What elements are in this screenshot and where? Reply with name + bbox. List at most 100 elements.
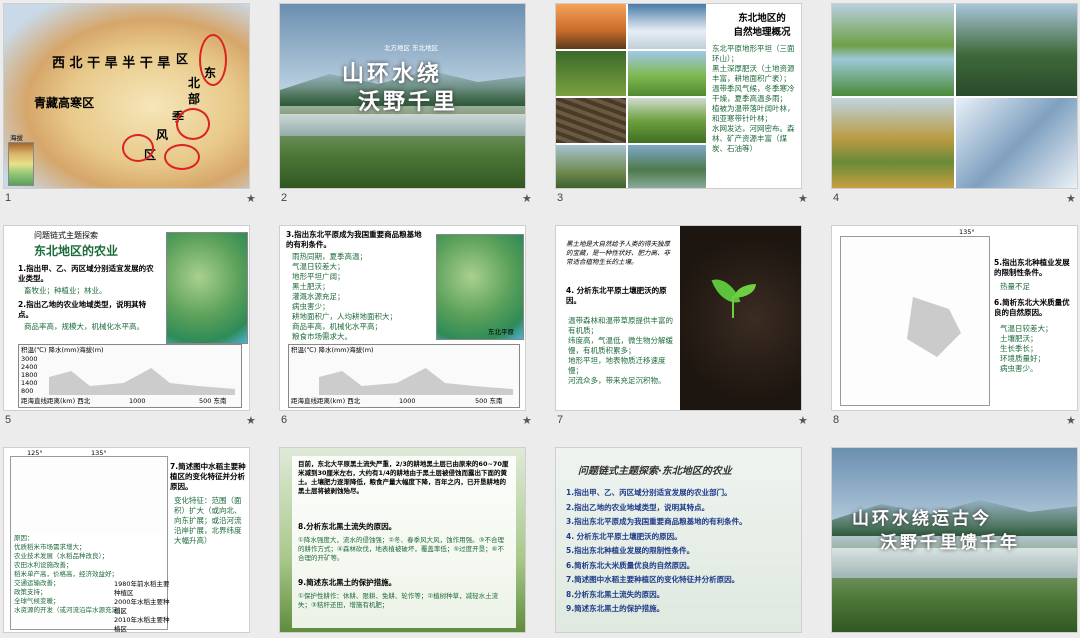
slide-star-icon: ★ xyxy=(798,414,808,427)
list-item: 河流众多，带来充足沉积物。 xyxy=(568,376,666,385)
slide-star-icon: ★ xyxy=(246,192,256,205)
slide-star-icon: ★ xyxy=(1066,414,1076,427)
answer-list: 雨热同期，夏季高温； 气温日较差大； 地形平坦广阔； 黑土肥沃； 灌溉水源充足；… xyxy=(292,252,432,342)
slide-thumbnail-11[interactable]: 问题链式主题探索·东北地区的农业 1.指出甲、乙、丙区域分别适宜发展的农业部门。… xyxy=(555,447,802,633)
list-item: 地形平坦广阔； xyxy=(292,272,345,281)
list-item: 商品率高，机械化水平高； xyxy=(292,322,382,331)
question-text: 4. 分析东北平原土壤肥沃的原因。 xyxy=(566,286,667,305)
map-region-label: 区 xyxy=(176,52,189,66)
list-item: 1.指出甲、乙、丙区域分别适宜发展的农业部门。 xyxy=(566,488,732,497)
slide-title-line2: 沃野千里馈千年 xyxy=(880,533,1020,553)
terrain-profile xyxy=(49,368,235,395)
intro-text: 黑土地是大自然给予人类的得天独厚的宝藏，是一种性状好、肥力高、非常适合植物生长的… xyxy=(566,240,670,266)
photo-snow-forest xyxy=(956,98,1077,188)
slide-header: 问题链式主题探索 xyxy=(34,231,98,240)
list-item: 温带森林和温带草原提供丰富的有机质； xyxy=(568,316,673,335)
water-strip xyxy=(280,114,525,136)
map-region-label: 北 xyxy=(188,76,201,90)
map-legend xyxy=(8,142,34,186)
photo-snow xyxy=(628,4,706,49)
list-item: 2.指出乙地的农业地域类型，说明其特点。 xyxy=(566,502,710,512)
question-text: 2.指出乙地的农业地域类型，说明其特点。 xyxy=(18,300,147,319)
map-region-label: 部 xyxy=(188,92,201,106)
slide-number: 3 xyxy=(557,192,564,204)
slide-number: 1 xyxy=(5,192,12,204)
list-item: 气温日较差大； xyxy=(1000,324,1053,333)
slide-number: 2 xyxy=(281,192,288,204)
list-item: 地形平坦，地表物质迁移速度慢； xyxy=(568,356,666,375)
soil-seedling-photo xyxy=(680,226,801,410)
list-item: 稻米单产高，价格高，经济效益好； xyxy=(14,570,118,578)
photo-farmland xyxy=(556,98,626,143)
slide-subtitle: 北方地区 东北地区 xyxy=(384,44,439,52)
boundary-ellipse xyxy=(122,134,154,162)
slide-number: 7 xyxy=(557,414,564,426)
list-item: 温带季风气候，冬季寒冷干燥，夏季高温多雨； xyxy=(712,84,795,103)
list-item: 耕地面积广，人均耕地面积大； xyxy=(292,312,397,321)
list-item: 8.分析东北黑土流失的原因。 xyxy=(566,589,665,599)
terrain-profile xyxy=(319,368,513,395)
list-item: 粮食市场需求大。 xyxy=(292,332,352,341)
photo-mountain-forest xyxy=(956,4,1077,96)
slide-thumbnail-1[interactable]: 西 北 干 旱 半 干 旱 区 东 北 部 青藏高寒区 季 风 区 海拔 xyxy=(3,3,250,189)
northeast-plain-map xyxy=(436,234,524,340)
slide-thumbnail-10[interactable]: 目前，东北大平原黑土流失严重，2/3的耕地黑土层已由原来的60~70厘米减到30… xyxy=(279,447,526,633)
chart-ylabel: 积温(℃) 降水(mm)海拔(m) xyxy=(21,346,104,354)
map-caption: 东北平原 xyxy=(488,328,514,336)
question-text: 3.指出东北平原成为我国重要商品粮基地的有利条件。 xyxy=(286,230,422,249)
list-item: 环境质量好； xyxy=(1000,354,1045,363)
slide-thumbnail-8[interactable]: 135° 5.指出东北种植业发展的限制性条件。 热量不足 6.简析东北大米质量优… xyxy=(831,225,1078,411)
list-item: 黑土深厚肥沃（土地资源丰富，耕地面积广袤）； xyxy=(712,64,795,83)
boundary-ellipse xyxy=(176,108,210,140)
slide-thumbnail-6[interactable]: 3.指出东北平原成为我国重要商品粮基地的有利条件。 雨热同期，夏季高温； 气温日… xyxy=(279,225,526,411)
list-item: 土壤肥沃； xyxy=(1000,334,1038,343)
map-legend: 1980年前水稻主要种植区 2000年水稻主要种植区 2010年水稻主要种植区 xyxy=(114,580,174,633)
photo-river xyxy=(628,145,706,188)
list-item: 农业技术发展（水稻品种改良）； xyxy=(14,552,109,560)
list-item: 植被为温带落叶阔叶林，和亚寒带针叶林； xyxy=(712,104,795,123)
slide-thumbnail-4[interactable] xyxy=(831,3,1078,189)
slide-thumbnail-3[interactable]: 东北地区的 自然地理概况 东北平原地形平坦（三面环山）； 黑土深厚肥沃（土地资源… xyxy=(555,3,802,189)
northeast-map xyxy=(166,232,248,344)
question-text: 1.指出甲、乙、丙区域分别适宜发展的农业类型。 xyxy=(18,264,154,283)
longitude-label: 135° xyxy=(959,228,975,236)
boundary-ellipse xyxy=(164,144,200,170)
list-item: 灌溉水源充足； xyxy=(292,292,345,301)
slide-number: 8 xyxy=(833,414,840,426)
list-item: 3.指出东北平原成为我国重要商品粮基地的有利条件。 xyxy=(566,517,747,526)
map-region-label: 风 xyxy=(156,128,169,142)
slide-thumbnail-5[interactable]: 问题链式主题探索 东北地区的农业 1.指出甲、乙、丙区域分别适宜发展的农业类型。… xyxy=(3,225,250,411)
slide-title-line1: 山环水绕运古今 xyxy=(852,509,992,529)
slide-thumbnail-2[interactable]: 北方地区 东北地区 山环水绕 沃野千里 xyxy=(279,3,526,189)
list-item: 水网发达，河网密布。森林、矿产资源丰富（煤炭、石油等） xyxy=(712,124,795,153)
list-item: 病虫害少； xyxy=(292,302,330,311)
slide-title: 问题链式主题探索·东北地区的农业 xyxy=(578,466,732,477)
chart-xtick: 1000 xyxy=(129,397,146,405)
question-text: 5.指出东北种植业发展的限制性条件。 xyxy=(994,258,1070,277)
answer-list: 温带森林和温带草原提供丰富的有机质； 纬度高，气温低，微生物分解缓慢，有机质积累… xyxy=(568,316,678,386)
answer-text: 商品率高，规模大，机械化水平高。 xyxy=(24,322,144,331)
slide-title-line: 自然地理概况 xyxy=(733,27,791,38)
slide-thumbnail-7[interactable]: 黑土地是大自然给予人类的得天独厚的宝藏，是一种性状好、肥力高、非常适合植物生长的… xyxy=(555,225,802,411)
slide-title-line: 东北地区的 xyxy=(738,13,786,24)
answer-text: ①降水强度大，流水的侵蚀强；②冬、春季风大风，蚀作用强。③不合理的耕作方式；④森… xyxy=(298,536,504,562)
chart-xlabel: 距海直线距离(km) 西北 xyxy=(291,397,361,405)
slide-title: 东北地区的农业 xyxy=(34,244,119,258)
list-item: 病虫害少。 xyxy=(1000,364,1038,373)
slide-number: 4 xyxy=(833,192,840,204)
list-item: 5.指出东北种植业发展的限制性条件。 xyxy=(566,546,695,555)
list-item: 优质稻米市场需求增大； xyxy=(14,543,86,551)
list-item: 6.简析东北大米质量优良的自然原因。 xyxy=(566,560,695,570)
legend-item: 2010年水稻主要种植区 xyxy=(114,616,170,633)
slide-number: 5 xyxy=(5,414,12,426)
list-item: 气温日较差大； xyxy=(292,262,345,271)
longitude-label: 125° xyxy=(27,449,43,457)
slide-thumbnail-9[interactable]: 135° 125° 原因： 优质稻米市场需求增大； 农业技术发展（水稻品种改良）… xyxy=(3,447,250,633)
slide-star-icon: ★ xyxy=(522,192,532,205)
slide-title-line2: 沃野千里 xyxy=(358,89,459,115)
slide-star-icon: ★ xyxy=(798,192,808,205)
slide-number: 6 xyxy=(281,414,288,426)
slide-thumbnail-12[interactable]: 山环水绕运古今 沃野千里馈千年 xyxy=(831,447,1078,633)
answer-text: 畜牧业；种植业；林业。 xyxy=(24,286,107,295)
chart-xtick: 500 东南 xyxy=(199,397,227,405)
